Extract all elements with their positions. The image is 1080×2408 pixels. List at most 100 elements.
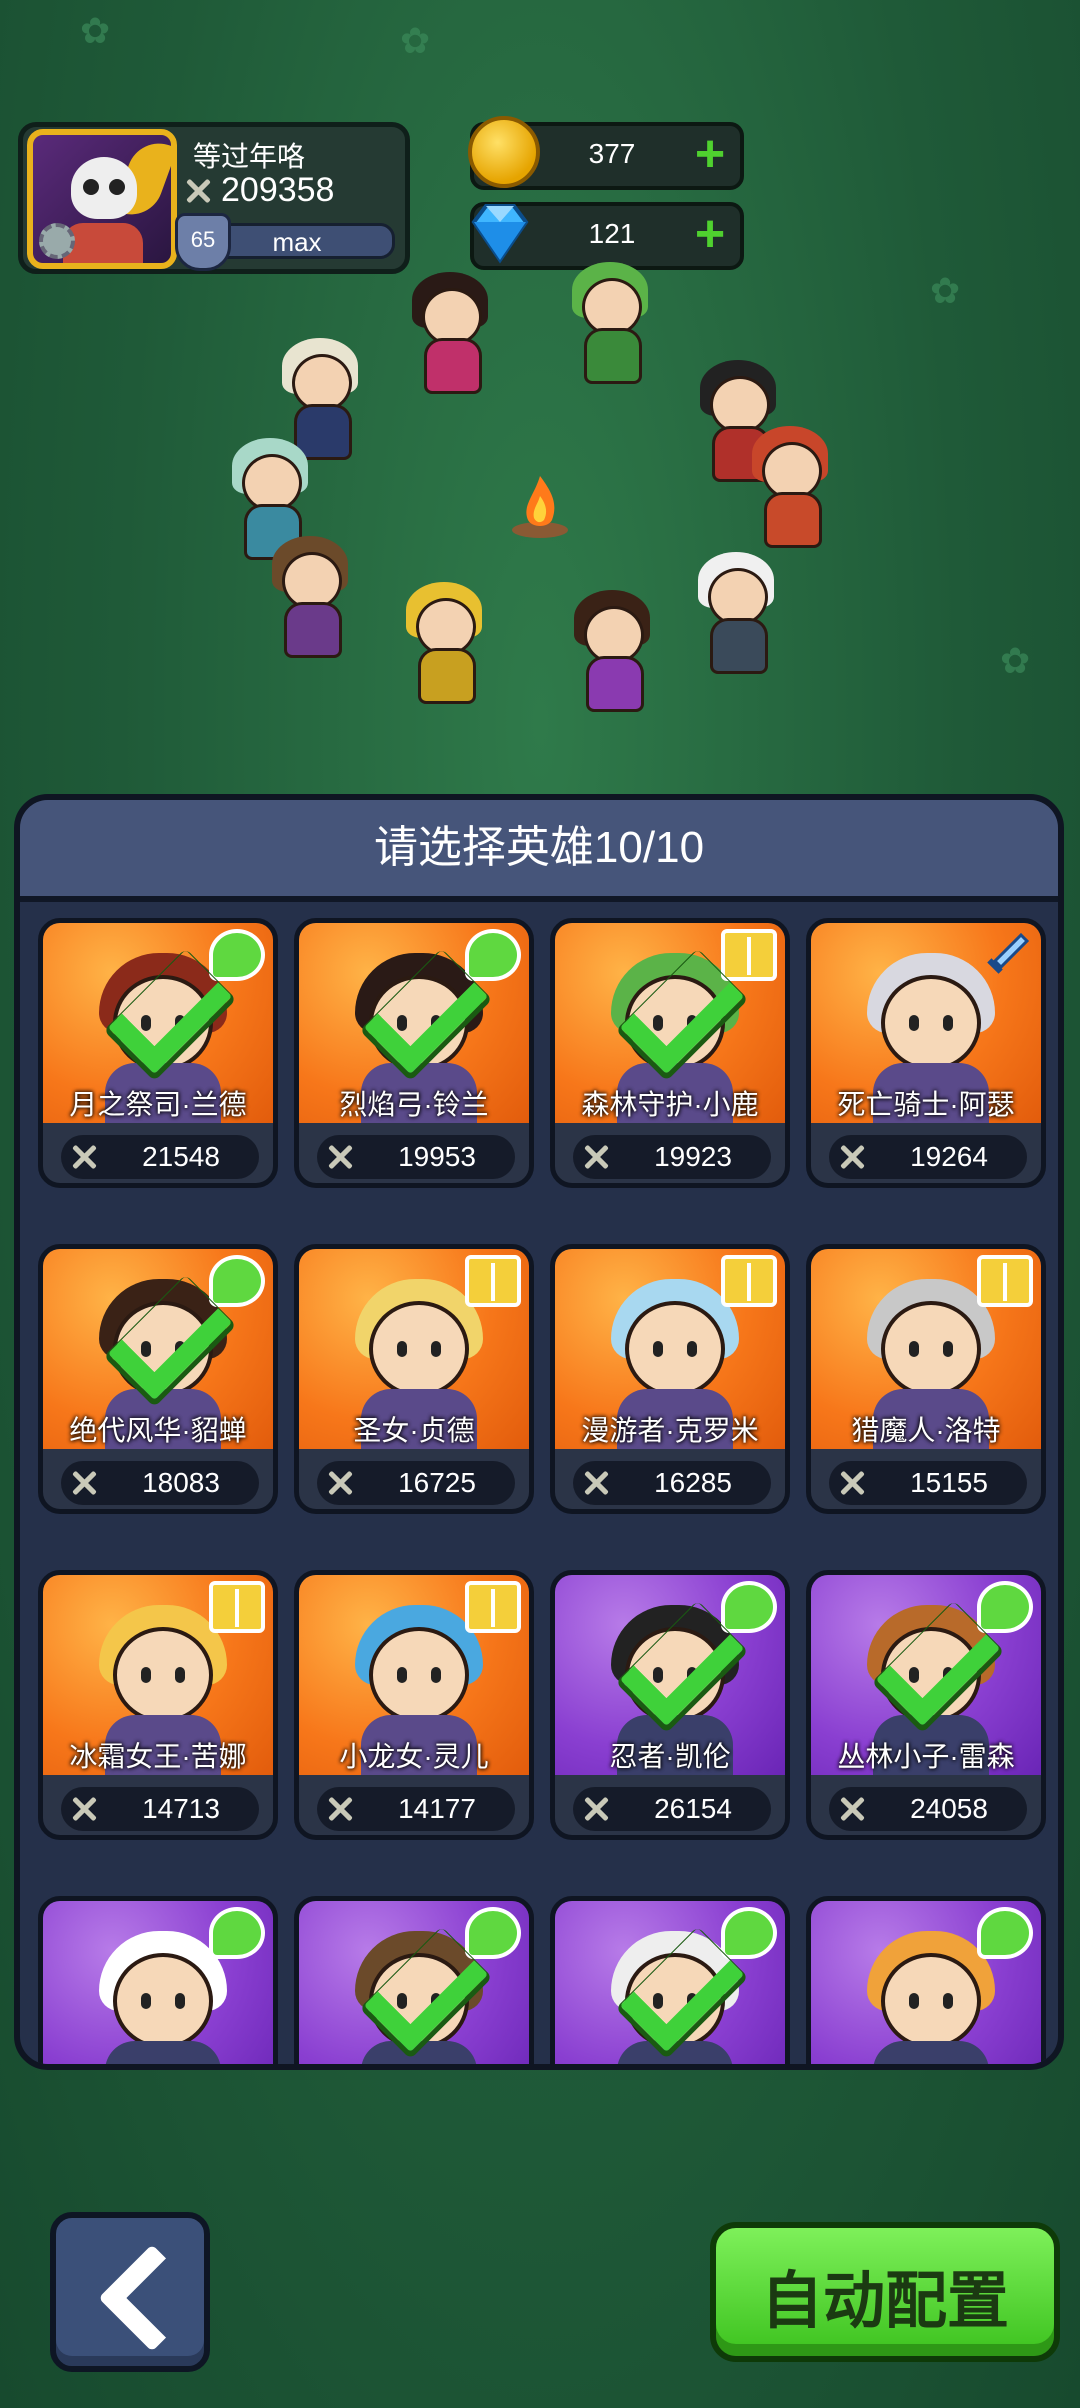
- leaf-class-icon: [209, 1255, 265, 1307]
- hero-name: 月之祭司·兰德: [69, 1089, 247, 1120]
- leaf-class-icon: [465, 1907, 521, 1959]
- hero-power: 24058: [829, 1787, 1027, 1831]
- hero-power: 21548: [61, 1135, 259, 1179]
- hero-power: 16725: [317, 1461, 515, 1505]
- hero-head: [625, 1301, 725, 1397]
- hero-card[interactable]: 冰霜女王·苦娜 14713: [38, 1570, 278, 1840]
- gold-coin-icon: [468, 116, 540, 188]
- hero-power-value: 19264: [910, 1141, 988, 1172]
- crossed-swords-icon: [581, 1794, 611, 1824]
- hero-name: 忍者·凯伦: [609, 1741, 731, 1772]
- hero-card[interactable]: 月之祭司·兰德 21548: [38, 918, 278, 1188]
- leaf-class-icon: [721, 1907, 777, 1959]
- hero-name: 死亡骑士·阿瑟: [837, 1089, 1015, 1120]
- gem-counter: 121 +: [470, 202, 744, 270]
- hero-head: [113, 1627, 213, 1723]
- hero-head: [881, 1953, 981, 2049]
- hero-body: [617, 2041, 733, 2064]
- hero-power-value: 14713: [142, 1793, 220, 1824]
- hero-power: 19953: [317, 1135, 515, 1179]
- hero-body: [105, 2041, 221, 2064]
- hero-power-value: 16285: [654, 1467, 732, 1498]
- hero-power: 14713: [61, 1787, 259, 1831]
- hero-card[interactable]: 绝代风华·貂蝉 18083: [38, 1244, 278, 1514]
- player-power: 209358: [183, 171, 334, 210]
- grass-decoration: ✿: [930, 270, 961, 311]
- hero-name: 小龙女·灵儿: [339, 1741, 489, 1772]
- hero-power-value: 19953: [398, 1141, 476, 1172]
- hero-card[interactable]: 死亡骑士·阿瑟 19264: [806, 918, 1046, 1188]
- hero-card[interactable]: [806, 1896, 1046, 2064]
- player-profile-card[interactable]: 等过年咯 209358 max 65: [18, 122, 410, 274]
- hero-power-value: 15155: [910, 1467, 988, 1498]
- book-class-icon: [465, 1581, 521, 1633]
- crossed-swords-icon: [69, 1794, 99, 1824]
- hero-card[interactable]: 圣女·贞德 16725: [294, 1244, 534, 1514]
- hero-card[interactable]: 漫游者·克罗米 16285: [550, 1244, 790, 1514]
- crossed-swords-icon: [325, 1794, 355, 1824]
- gold-value: 377: [588, 138, 636, 169]
- hero-head: [369, 1301, 469, 1397]
- leaf-class-icon: [465, 929, 521, 981]
- grass-decoration: ✿: [400, 20, 431, 61]
- hero-card[interactable]: [294, 1896, 534, 2064]
- hero-name: 丛林小子·雷森: [837, 1741, 1015, 1772]
- campfire-icon: [512, 476, 568, 538]
- hero-name: 绝代风华·貂蝉: [69, 1415, 247, 1446]
- hero-name: 漫游者·克罗米: [581, 1415, 759, 1446]
- hero-card[interactable]: [550, 1896, 790, 2064]
- crossed-swords-icon: [581, 1468, 611, 1498]
- hero-power-value: 21548: [142, 1141, 220, 1172]
- leaf-class-icon: [721, 1581, 777, 1633]
- hero-name: 猎魔人·洛特: [851, 1415, 1001, 1446]
- leaf-class-icon: [977, 1907, 1033, 1959]
- gold-counter: 377 +: [468, 116, 744, 190]
- hero-body: [361, 2041, 477, 2064]
- player-name: 等过年咯: [193, 141, 306, 172]
- leaf-class-icon: [209, 1907, 265, 1959]
- grass-decoration: ✿: [80, 10, 111, 51]
- hero-power-value: 24058: [910, 1793, 988, 1824]
- book-class-icon: [209, 1581, 265, 1633]
- auto-configure-label: 自动配置: [760, 2267, 1009, 2336]
- hero-card[interactable]: [38, 1896, 278, 2064]
- sword-class-icon: [987, 932, 1030, 974]
- diamond-gem-icon: [471, 204, 529, 264]
- hero-selection-panel: 请选择英雄10/10 月之祭司·兰德 21548 烈焰弓·铃兰 19953 森林守护·小…: [14, 794, 1064, 2070]
- gem-value: 121: [588, 218, 636, 249]
- hero-name: 冰霜女王·苦娜: [69, 1741, 247, 1772]
- player-avatar[interactable]: [27, 129, 177, 269]
- leaf-class-icon: [209, 929, 265, 981]
- hero-card[interactable]: 森林守护·小鹿 19923: [550, 918, 790, 1188]
- book-class-icon: [977, 1255, 1033, 1307]
- panel-header: 请选择英雄10/10: [20, 800, 1058, 902]
- crossed-swords-icon: [69, 1142, 99, 1172]
- hero-head: [369, 1627, 469, 1723]
- hero-card[interactable]: 丛林小子·雷森 24058: [806, 1570, 1046, 1840]
- settings-gear-icon[interactable]: [39, 223, 75, 259]
- crossed-swords-icon: [69, 1468, 99, 1498]
- hero-head: [881, 975, 981, 1071]
- auto-configure-button[interactable]: 自动配置: [710, 2222, 1060, 2362]
- add-gold-plus-icon[interactable]: +: [688, 128, 732, 180]
- hero-body: [873, 2041, 989, 2064]
- hero-card[interactable]: 烈焰弓·铃兰 19953: [294, 918, 534, 1188]
- crossed-swords-icon: [837, 1794, 867, 1824]
- hero-power: 19264: [829, 1135, 1027, 1179]
- panel-title: 请选择英雄10/10: [373, 823, 705, 872]
- hero-card[interactable]: 忍者·凯伦 26154: [550, 1570, 790, 1840]
- back-button[interactable]: [50, 2212, 210, 2372]
- crossed-swords-icon: [325, 1142, 355, 1172]
- hero-card[interactable]: 小龙女·灵儿 14177: [294, 1570, 534, 1840]
- hero-power-value: 26154: [654, 1793, 732, 1824]
- book-class-icon: [721, 929, 777, 981]
- hero-power: 26154: [573, 1787, 771, 1831]
- hero-head: [113, 1953, 213, 2049]
- hero-power-value: 19923: [654, 1141, 732, 1172]
- hero-card[interactable]: 猎魔人·洛特 15155: [806, 1244, 1046, 1514]
- crossed-swords-icon: [183, 176, 213, 206]
- book-class-icon: [465, 1255, 521, 1307]
- crossed-swords-icon: [581, 1142, 611, 1172]
- add-gems-plus-icon[interactable]: +: [688, 208, 732, 260]
- hero-head: [881, 1301, 981, 1397]
